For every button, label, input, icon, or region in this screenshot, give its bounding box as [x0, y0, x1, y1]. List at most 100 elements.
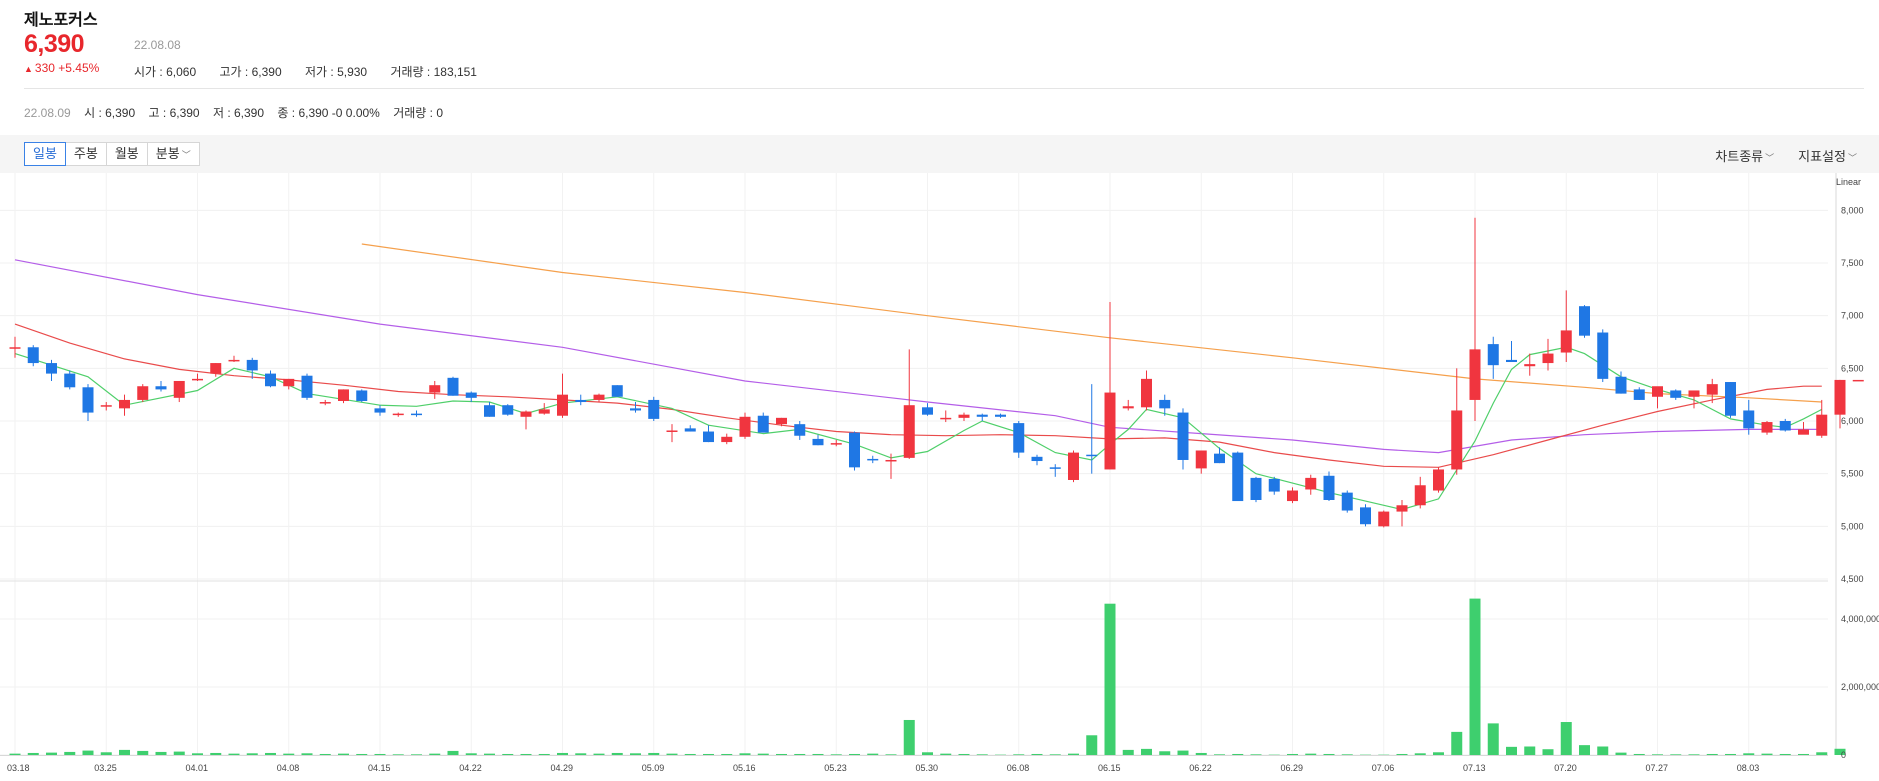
latest-low: 저 : 6,390 [212, 106, 265, 120]
volume-bar [1652, 754, 1663, 755]
candle-body [246, 359, 258, 371]
volume-bar [9, 753, 21, 755]
candle-body [1068, 452, 1079, 480]
date-tick-label: 07.06 [1372, 763, 1395, 773]
date-tick-label: 05.09 [642, 763, 665, 773]
volume-bar [429, 753, 441, 755]
open-value: 6,060 [166, 65, 197, 79]
latest-volume-label: 거래량 [393, 106, 427, 120]
volume-bar [1414, 753, 1426, 755]
volume-bar [27, 752, 39, 755]
tab-daily[interactable]: 일봉 [24, 142, 66, 166]
volume-bar [1068, 753, 1079, 755]
volume-bar [338, 753, 349, 755]
date-tick-label: 05.30 [916, 763, 939, 773]
candle-body [429, 385, 441, 393]
candle-body [1122, 406, 1134, 409]
candle-body [137, 386, 149, 400]
volume-bar [903, 719, 915, 755]
candle-body [484, 405, 495, 417]
tab-monthly[interactable]: 월봉 [105, 142, 148, 166]
candle-body [64, 373, 76, 388]
date-tick-label: 04.29 [551, 763, 574, 773]
candle-body [1250, 477, 1262, 500]
latest-close-value: 6,390 -0 0.00% [298, 106, 380, 120]
volume-tick-label: 4,000,000 [1841, 614, 1879, 624]
price-tick-label: 4,500 [1841, 574, 1864, 584]
chart-toolbar: 일봉 주봉 월봉 분봉 ﹀ 차트종류 ﹀ 지표설정 ﹀ [0, 135, 1879, 173]
volume-bar [830, 754, 842, 755]
date-tick-label: 06.15 [1098, 763, 1121, 773]
candle-body [1086, 454, 1098, 457]
volume-bar [1159, 751, 1171, 755]
candle-body [447, 377, 459, 396]
price-tick-label: 5,000 [1841, 521, 1864, 531]
candle-body [849, 432, 860, 468]
date-tick-label: 06.22 [1189, 763, 1212, 773]
candle-body [1688, 390, 1700, 397]
volume-bar [1688, 754, 1700, 755]
latest-open: 시 : 6,390 [84, 106, 136, 120]
volume-bar [922, 752, 933, 755]
candle-body [265, 373, 276, 387]
volume-label: 거래량 [390, 65, 424, 79]
volume-bar [593, 753, 605, 755]
chart-grid [0, 173, 1837, 756]
chevron-down-icon: ﹀ [1765, 153, 1775, 163]
candle-body [903, 405, 915, 458]
candle-body [776, 417, 787, 425]
stock-chart[interactable]: Linear 4,500 5,000 5,500 6,000 6,500 7,000 7,5… [0, 173, 1879, 781]
candle-body [922, 407, 933, 415]
tab-minute[interactable]: 분봉 ﹀ [146, 142, 200, 166]
volume-bar [1177, 750, 1189, 755]
price-tick-label: 7,500 [1841, 258, 1864, 268]
date-tick-label: 04.15 [368, 763, 391, 773]
volume-bar [1341, 754, 1353, 755]
indicator-settings-dropdown[interactable]: 지표설정 ﹀ [1798, 146, 1857, 165]
candle-body [630, 408, 641, 411]
latest-high-label: 고 [148, 106, 160, 120]
volume-bar [684, 753, 696, 755]
volume-bar [1031, 753, 1043, 755]
volume-bar [648, 752, 660, 755]
chevron-down-icon: ﹀ [181, 150, 191, 160]
period-tabs: 일봉 주봉 월봉 분봉 ﹀ [24, 142, 200, 166]
candle-body [210, 363, 222, 374]
date-tick-label: 05.23 [824, 763, 847, 773]
volume-bar [1104, 603, 1116, 755]
stock-name: 제노포커스 [24, 12, 98, 29]
volume-bar [64, 751, 76, 755]
date-tick-label: 04.01 [186, 763, 209, 773]
candle-body [46, 363, 57, 374]
volume-bar [119, 749, 130, 755]
volume-bar [1560, 722, 1572, 755]
high-label: 고가 [219, 65, 242, 79]
candle-body [794, 424, 806, 436]
candle-body [1524, 364, 1536, 367]
candle-body [1031, 456, 1043, 462]
volume-bar [356, 753, 368, 755]
price-change-value: 330 +5.45% [34, 61, 100, 75]
volume-bar [940, 753, 952, 755]
price-tick-label: 5,500 [1841, 469, 1864, 479]
chart-type-dropdown[interactable]: 차트종류 ﹀ [1715, 146, 1774, 165]
candle-body [1141, 378, 1152, 408]
candle-body [1013, 423, 1025, 453]
volume-bar [1122, 749, 1134, 755]
volume-bar [1396, 753, 1408, 755]
candle-body [1396, 505, 1408, 512]
volume-bar [1451, 731, 1463, 755]
volume-tick-label: 2,000,000 [1841, 682, 1879, 692]
volume-bar [1597, 746, 1609, 755]
candle-body [1049, 467, 1061, 469]
tab-weekly[interactable]: 주봉 [64, 142, 107, 166]
volume-bar [82, 750, 94, 755]
candle-body [82, 387, 94, 413]
date-tick-label: 07.27 [1646, 763, 1669, 773]
candle-body [538, 409, 550, 414]
latest-open-value: 6,390 [105, 106, 136, 120]
date-tick-label: 06.29 [1281, 763, 1304, 773]
open-label: 시가 [134, 65, 157, 79]
candle-body [319, 402, 331, 404]
candle-body [575, 399, 587, 403]
